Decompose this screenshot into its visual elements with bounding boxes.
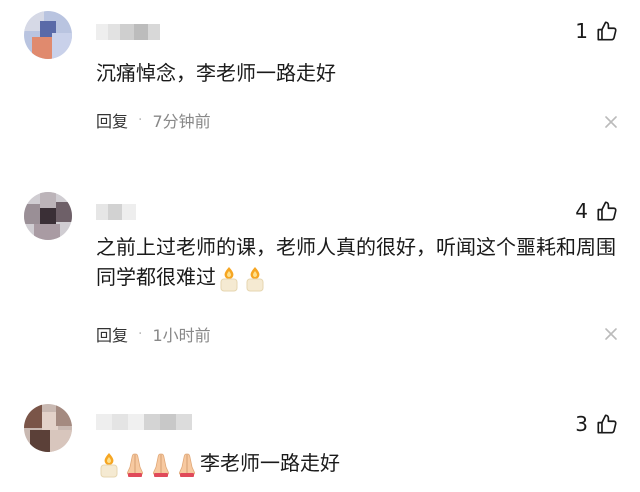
folded-hands-emoji — [178, 453, 196, 477]
username-blurred[interactable] — [96, 24, 160, 40]
comment-text: 沉痛悼念，李老师一路走好 — [96, 61, 336, 85]
like-count: 1 — [575, 19, 588, 43]
like-count: 3 — [575, 412, 588, 436]
close-icon[interactable] — [604, 115, 618, 129]
close-icon[interactable] — [604, 327, 618, 341]
reply-button[interactable]: 回复 — [96, 108, 128, 132]
avatar[interactable] — [24, 404, 72, 452]
avatar[interactable] — [24, 11, 72, 59]
candle-emoji — [246, 266, 264, 291]
timestamp: 1小时前 — [152, 326, 211, 345]
comment-meta: 回复 · 1小时前 — [96, 322, 211, 346]
like-count: 4 — [575, 199, 588, 223]
like-button[interactable]: 4 — [575, 199, 618, 223]
like-button[interactable]: 3 — [575, 412, 618, 436]
candle-emoji — [100, 452, 118, 477]
username-blurred[interactable] — [96, 204, 136, 220]
comment-text: 李老师一路走好 — [96, 448, 628, 478]
comment-meta: 回复 · 7分钟前 — [96, 108, 211, 132]
avatar[interactable] — [24, 192, 72, 240]
timestamp: 7分钟前 — [152, 112, 211, 131]
meta-separator: · — [138, 326, 143, 342]
comment-item: 1 沉痛悼念，李老师一路走好 回复 · 7分钟前 — [0, 0, 640, 160]
comment-text: 之前上过老师的课，老师人真的很好，听闻这个噩耗和周围同学都很难过 — [96, 232, 628, 292]
username-blurred[interactable] — [96, 414, 192, 430]
thumbs-up-icon — [597, 21, 617, 41]
folded-hands-emoji — [126, 453, 144, 477]
comment-text-body: 李老师一路走好 — [200, 451, 340, 475]
like-button[interactable]: 1 — [575, 19, 618, 43]
candle-emoji — [220, 266, 238, 291]
comment-item: 3 李老师一路走好 — [0, 392, 640, 492]
thumbs-up-icon — [597, 201, 617, 221]
comment-item: 4 之前上过老师的课，老师人真的很好，听闻这个噩耗和周围同学都很难过 回复 · … — [0, 184, 640, 364]
folded-hands-emoji — [152, 453, 170, 477]
comment-text-body: 之前上过老师的课，老师人真的很好，听闻这个噩耗和周围同学都很难过 — [96, 235, 616, 289]
thumbs-up-icon — [597, 414, 617, 434]
reply-button[interactable]: 回复 — [96, 322, 128, 346]
meta-separator: · — [138, 112, 143, 128]
